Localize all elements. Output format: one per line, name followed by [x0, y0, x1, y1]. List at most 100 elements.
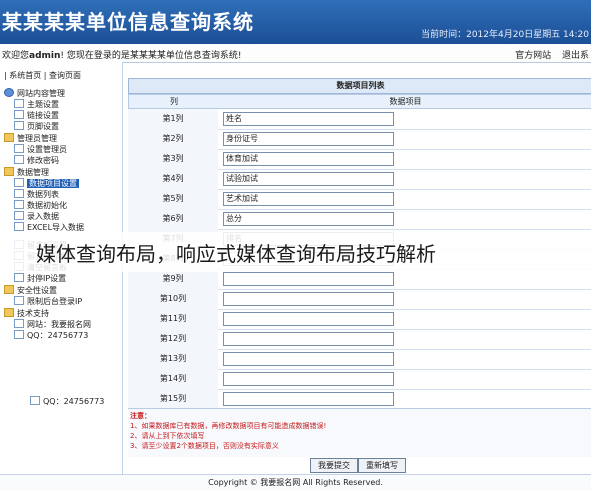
table-header: 列 数据项目 — [128, 94, 591, 109]
data-item-input[interactable] — [223, 352, 394, 366]
sidebar-item[interactable]: 数据初始化 — [14, 200, 67, 211]
row-label: 第6列 — [128, 209, 218, 229]
sidebar-item[interactable]: 安全性设置 — [4, 285, 57, 296]
table-row: 第1列 姓名 — [128, 109, 591, 130]
sidebar-item-label: 录入数据 — [27, 212, 59, 221]
row-label: 第10列 — [128, 289, 218, 309]
data-item-input[interactable] — [223, 292, 394, 306]
sidebar-item-label: EXCEL导入数据 — [27, 223, 85, 232]
sidebar-item[interactable]: 数据列表 — [14, 189, 59, 200]
column-header-item: 数据项目 — [389, 97, 422, 106]
notes-panel: 注意： 1、如果数据库已有数据，再修改数据项目有可能造成数据错误! 2、请从上到… — [128, 408, 591, 457]
current-time: 当前时间：2012年4月20日星期五 14:20 — [421, 30, 589, 40]
row-label: 第15列 — [128, 389, 218, 409]
sidebar-item-label: QQ：24756773 — [27, 331, 89, 340]
logout-link[interactable]: 退出系 — [562, 51, 589, 61]
sidebar-item[interactable]: 管理员管理 — [4, 133, 57, 144]
sidebar-item-label: 数据管理 — [17, 168, 49, 177]
doc-icon — [14, 189, 24, 198]
note-line: 1、如果数据库已有数据，再修改数据项目有可能造成数据错误! — [130, 422, 327, 430]
table-row: 第14列 — [128, 369, 591, 390]
sidebar-item-label: 数据列表 — [27, 190, 59, 199]
sidebar-item[interactable]: 技术支持 — [4, 308, 49, 319]
sidebar-item-label: 网站：我要报名网 — [27, 320, 91, 329]
table-row: 第11列 — [128, 309, 591, 330]
doc-icon — [14, 330, 24, 339]
sidebar-item[interactable]: QQ：24756773 — [14, 330, 88, 341]
caption-text: 媒体查询布局，响应式媒体查询布局技巧解析 — [36, 242, 436, 266]
sidebar-top-links[interactable]: | 系统首页 | 查询页面 — [4, 70, 81, 81]
sidebar-item[interactable]: 主题设置 — [14, 99, 59, 110]
data-item-input[interactable]: 试验加试 — [223, 172, 394, 186]
doc-icon — [14, 178, 24, 187]
sidebar-item[interactable]: 链接设置 — [14, 110, 59, 121]
doc-icon — [14, 121, 24, 130]
table-row: 第12列 — [128, 329, 591, 350]
row-label: 第11列 — [128, 309, 218, 329]
app-title: 某某某某单位信息查询系统 — [2, 10, 254, 34]
sidebar-item[interactable]: 数据项目设置 — [14, 178, 79, 189]
data-item-input[interactable]: 艺术加试 — [223, 192, 394, 206]
table-row: 第10列 — [128, 289, 591, 310]
doc-icon — [14, 110, 24, 119]
doc-icon — [14, 99, 24, 108]
table-row: 第6列 总分 — [128, 209, 591, 230]
table-row: 第4列 试验加试 — [128, 169, 591, 190]
sidebar-item[interactable]: 网站：我要报名网 — [14, 319, 91, 330]
doc-icon — [14, 319, 24, 328]
doc-icon — [14, 200, 24, 209]
data-item-input[interactable] — [223, 392, 394, 406]
sidebar-item-label: 管理员管理 — [17, 134, 57, 143]
welcome-bar: 欢迎您admin! 您现在登录的是某某某某单位信息查询系统! 官方网站 退出系 — [0, 44, 591, 63]
sidebar-item[interactable]: QQ：24756773 — [30, 396, 104, 407]
sidebar-item-label: QQ：24756773 — [43, 397, 105, 406]
table-row: 第13列 — [128, 349, 591, 370]
sidebar-item[interactable]: 修改密码 — [14, 155, 59, 166]
table-row: 第9列 — [128, 269, 591, 290]
reset-button[interactable]: 重新填写 — [358, 458, 406, 473]
row-label: 第2列 — [128, 129, 218, 149]
data-item-input[interactable] — [223, 272, 394, 286]
doc-icon — [14, 222, 24, 231]
sidebar-item[interactable]: 页脚设置 — [14, 121, 59, 132]
folder-icon — [4, 285, 14, 294]
sidebar-item[interactable]: 封停IP设置 — [14, 273, 66, 284]
data-item-input[interactable]: 总分 — [223, 212, 394, 226]
row-label: 第1列 — [128, 109, 218, 129]
data-item-input[interactable]: 身份证号 — [223, 132, 394, 146]
row-label: 第9列 — [128, 269, 218, 289]
username: admin — [29, 51, 61, 61]
data-item-input[interactable]: 体育加试 — [223, 152, 394, 166]
sidebar-item[interactable]: 录入数据 — [14, 211, 59, 222]
doc-icon — [30, 396, 40, 405]
row-label: 第5列 — [128, 189, 218, 209]
data-item-input[interactable]: 姓名 — [223, 112, 394, 126]
row-label: 第13列 — [128, 349, 218, 369]
sidebar-item-label: 修改密码 — [27, 156, 59, 165]
data-item-input[interactable] — [223, 312, 394, 326]
row-label: 第14列 — [128, 369, 218, 389]
sidebar-item-label: 设置管理员 — [27, 145, 67, 154]
column-header-col: 列 — [170, 97, 178, 106]
sidebar-item-label: 链接设置 — [27, 111, 59, 120]
sidebar-item-label: 安全性设置 — [17, 286, 57, 295]
row-label: 第3列 — [128, 149, 218, 169]
sidebar-item-label: 页脚设置 — [27, 122, 59, 131]
doc-icon — [14, 211, 24, 220]
data-item-input[interactable] — [223, 332, 394, 346]
note-line: 2、请从上到下依次填写 — [130, 432, 205, 440]
sidebar-item[interactable]: 限制后台登录IP — [14, 296, 82, 307]
globe-icon — [4, 88, 14, 97]
sidebar-item[interactable]: 设置管理员 — [14, 144, 67, 155]
table-row: 第15列 — [128, 389, 591, 410]
sidebar-item[interactable]: 数据管理 — [4, 167, 49, 178]
data-item-input[interactable] — [223, 372, 394, 386]
row-label: 第4列 — [128, 169, 218, 189]
official-site-link[interactable]: 官方网站 — [515, 51, 551, 61]
sidebar-item[interactable]: 网站内容管理 — [4, 88, 65, 99]
submit-button[interactable]: 我要提交 — [310, 458, 358, 473]
row-label: 第12列 — [128, 329, 218, 349]
caption-overlay: 媒体查询布局，响应式媒体查询布局技巧解析 — [0, 232, 591, 272]
footer: Copyright © 我要报名网 All Rights Reserved. — [0, 474, 591, 491]
doc-icon — [14, 296, 24, 305]
